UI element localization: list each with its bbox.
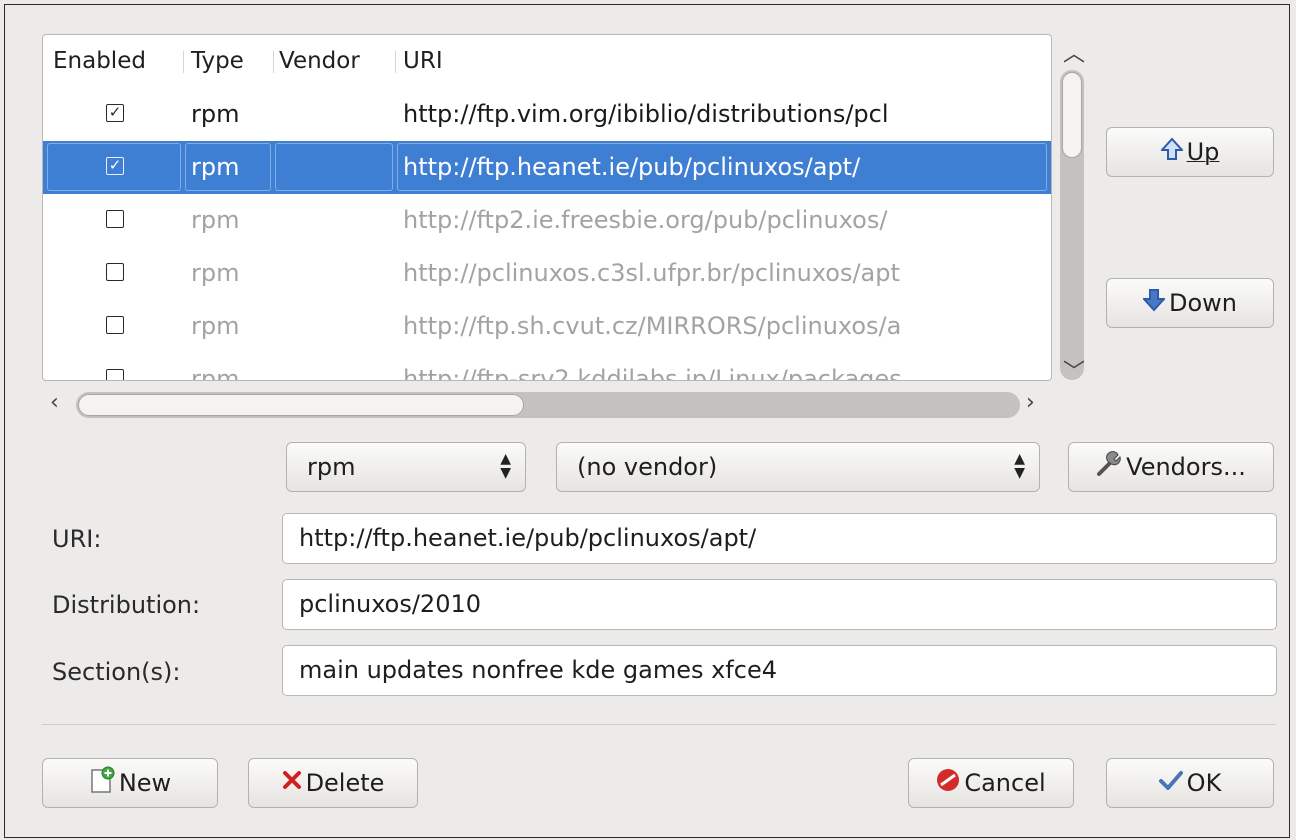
arrow-up-icon	[1159, 137, 1184, 167]
enabled-checkbox[interactable]	[106, 369, 124, 380]
column-header-uri[interactable]: URI	[403, 35, 443, 87]
uri-cell: http://ftp.heanet.ie/pub/pclinuxos/apt/	[403, 153, 861, 181]
scroll-left-arrow-icon[interactable]: ‹	[50, 390, 59, 415]
up-button[interactable]: Up	[1106, 127, 1274, 177]
enabled-checkbox[interactable]	[106, 316, 124, 334]
horizontal-scroll-thumb[interactable]	[78, 394, 524, 416]
ok-button-label: OK	[1186, 769, 1222, 797]
checkmark-icon	[1158, 769, 1183, 797]
ok-button[interactable]: OK	[1106, 758, 1274, 808]
sections-label: Section(s):	[52, 658, 181, 686]
scroll-right-arrow-icon[interactable]: ›	[1026, 390, 1035, 415]
uri-label: URI:	[52, 525, 102, 553]
uri-cell: http://pclinuxos.c3sl.ufpr.br/pclinuxos/…	[403, 259, 900, 287]
uri-cell: http://ftp.sh.cvut.cz/MIRRORS/pclinuxos/…	[403, 312, 902, 340]
spin-arrows-icon: ▲ ▼	[500, 451, 511, 481]
enabled-checkbox[interactable]: ✓	[106, 104, 124, 122]
table-row[interactable]: rpm http://ftp-srv2.kddilabs.jp/Linux/pa…	[43, 353, 1051, 381]
new-document-icon	[89, 766, 115, 800]
type-cell: rpm	[191, 365, 240, 381]
list-header: Enabled Type Vendor URI	[43, 35, 1051, 87]
divider	[42, 724, 1276, 725]
down-button[interactable]: Down	[1106, 278, 1274, 328]
table-row-selected[interactable]: ✓ rpm http://ftp.heanet.ie/pub/pclinuxos…	[43, 141, 1051, 194]
cancel-button-label: Cancel	[964, 769, 1046, 797]
vertical-scrollbar[interactable]: ︿ ﹀	[1058, 34, 1088, 385]
repository-list[interactable]: Enabled Type Vendor URI ✓ rpm http://ftp…	[42, 34, 1052, 381]
table-row[interactable]: rpm http://pclinuxos.c3sl.ufpr.br/pclinu…	[43, 247, 1051, 300]
vendor-select-value: (no vendor)	[577, 453, 718, 481]
uri-field[interactable]: http://ftp.heanet.ie/pub/pclinuxos/apt/	[282, 513, 1277, 564]
distribution-field[interactable]: pclinuxos/2010	[282, 579, 1277, 630]
delete-button-label: Delete	[305, 769, 385, 797]
uri-cell: http://ftp2.ie.freesbie.org/pub/pclinuxo…	[403, 206, 888, 234]
enabled-checkbox[interactable]	[106, 263, 124, 281]
table-row[interactable]: rpm http://ftp2.ie.freesbie.org/pub/pcli…	[43, 194, 1051, 247]
down-button-label: Down	[1168, 289, 1237, 317]
table-row[interactable]: ✓ rpm http://ftp.vim.org/ibiblio/distrib…	[43, 88, 1051, 141]
horizontal-scrollbar[interactable]: ‹ ›	[42, 388, 1052, 422]
vendor-select[interactable]: (no vendor) ▲ ▼	[556, 442, 1040, 492]
sections-field[interactable]: main updates nonfree kde games xfce4	[282, 645, 1277, 696]
wrench-icon	[1096, 451, 1122, 483]
type-select-value: rpm	[307, 453, 356, 481]
delete-button[interactable]: Delete	[248, 758, 418, 808]
new-button[interactable]: New	[42, 758, 218, 808]
arrow-down-icon	[1141, 288, 1167, 318]
scroll-up-arrow-icon[interactable]: ︿	[1063, 36, 1085, 68]
up-button-label: Up	[1186, 138, 1220, 166]
type-select[interactable]: rpm ▲ ▼	[286, 442, 526, 492]
type-cell: rpm	[191, 100, 240, 128]
type-cell: rpm	[191, 259, 240, 287]
cancel-button[interactable]: Cancel	[908, 758, 1074, 808]
delete-x-icon	[282, 770, 302, 796]
new-button-label: New	[118, 769, 172, 797]
vertical-scroll-thumb[interactable]	[1062, 72, 1082, 158]
spin-arrows-icon: ▲ ▼	[1014, 451, 1025, 481]
vendors-button[interactable]: Vendors...	[1068, 442, 1274, 492]
cancel-icon	[936, 768, 960, 798]
uri-cell: http://ftp.vim.org/ibiblio/distributions…	[403, 100, 889, 128]
column-header-enabled[interactable]: Enabled	[53, 35, 146, 87]
type-cell: rpm	[191, 206, 240, 234]
distribution-label: Distribution:	[52, 591, 201, 619]
column-header-type[interactable]: Type	[191, 35, 244, 87]
enabled-checkbox[interactable]: ✓	[106, 157, 124, 175]
scroll-down-arrow-icon[interactable]: ﹀	[1063, 354, 1085, 386]
type-cell: rpm	[191, 153, 240, 181]
type-cell: rpm	[191, 312, 240, 340]
column-header-vendor[interactable]: Vendor	[279, 35, 360, 87]
table-row[interactable]: rpm http://ftp.sh.cvut.cz/MIRRORS/pclinu…	[43, 300, 1051, 353]
uri-cell: http://ftp-srv2.kddilabs.jp/Linux/packag…	[403, 365, 902, 381]
enabled-checkbox[interactable]	[106, 210, 124, 228]
vendors-button-label: Vendors...	[1126, 453, 1246, 481]
